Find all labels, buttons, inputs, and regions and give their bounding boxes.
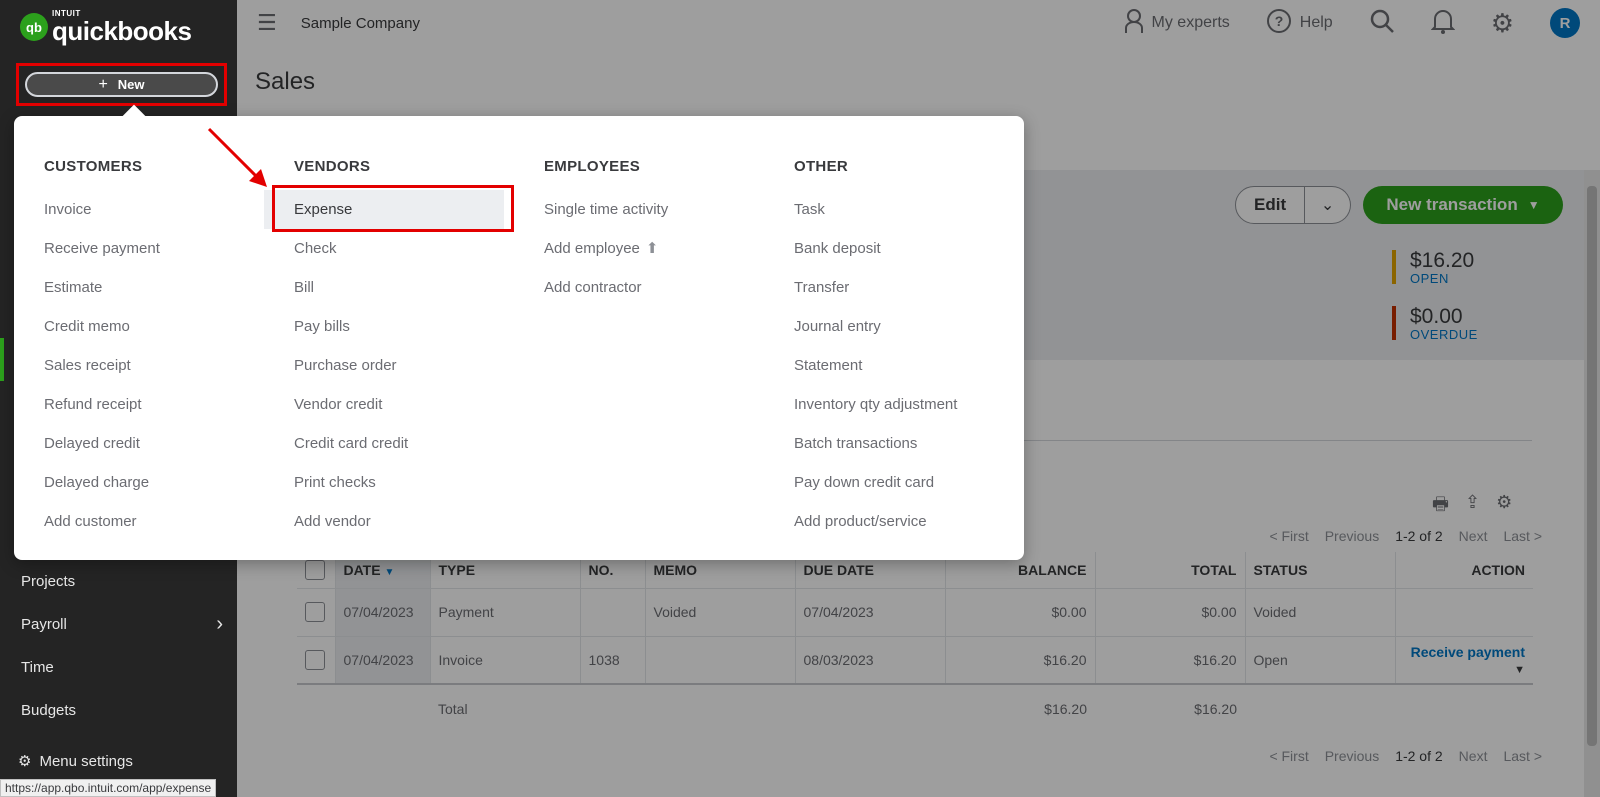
menu-item-credit-memo[interactable]: Credit memo xyxy=(14,307,254,346)
menu-item-inventory-qty-adjustment[interactable]: Inventory qty adjustment xyxy=(764,385,1004,424)
menu-item-add-vendor[interactable]: Add vendor xyxy=(264,502,504,541)
menu-item-sales-receipt[interactable]: Sales receipt xyxy=(14,346,254,385)
menu-item-journal-entry[interactable]: Journal entry xyxy=(764,307,1004,346)
menu-item-add-customer[interactable]: Add customer xyxy=(14,502,254,541)
menu-item-add-employee-label: Add employee xyxy=(544,240,640,257)
menu-item-receive-payment[interactable]: Receive payment xyxy=(14,229,254,268)
menu-item-transfer[interactable]: Transfer xyxy=(764,268,1004,307)
menu-heading-vendors: VENDORS xyxy=(294,158,371,175)
menu-item-estimate[interactable]: Estimate xyxy=(14,268,254,307)
menu-heading-employees: EMPLOYEES xyxy=(544,158,641,175)
menu-item-task[interactable]: Task xyxy=(764,190,1004,229)
menu-item-pay-down-credit-card[interactable]: Pay down credit card xyxy=(764,463,1004,502)
expense-highlight-box xyxy=(272,185,514,232)
sidebar-item-label: Payroll xyxy=(21,616,67,633)
menu-item-single-time-activity[interactable]: Single time activity xyxy=(514,190,754,229)
menu-item-add-product-service[interactable]: Add product/service xyxy=(764,502,1004,541)
qb-logo-icon: qb xyxy=(20,13,48,41)
new-button-label: New xyxy=(117,77,145,92)
annotation-arrow-icon xyxy=(207,127,267,187)
sidebar-item-projects[interactable]: Projects xyxy=(0,560,237,603)
menu-item-invoice[interactable]: Invoice xyxy=(14,190,254,229)
active-nav-indicator xyxy=(0,338,4,381)
menu-item-refund-receipt[interactable]: Refund receipt xyxy=(14,385,254,424)
quickbooks-logo[interactable]: qb INTUIT quickbooks xyxy=(20,10,192,46)
sidebar-nav: Projects Payroll › Time Budgets xyxy=(0,560,237,732)
sidebar-item-label: Time xyxy=(21,659,54,676)
sidebar-item-payroll[interactable]: Payroll › xyxy=(0,603,237,646)
menu-item-delayed-credit[interactable]: Delayed credit xyxy=(14,424,254,463)
menu-item-add-contractor[interactable]: Add contractor xyxy=(514,268,754,307)
menu-item-print-checks[interactable]: Print checks xyxy=(264,463,504,502)
sidebar-item-time[interactable]: Time xyxy=(0,646,237,689)
new-menu-dropdown: CUSTOMERS Invoice Receive payment Estima… xyxy=(14,104,1024,560)
status-bar-url: https://app.qbo.intuit.com/app/expense xyxy=(0,779,217,797)
upgrade-arrow-icon: ⬆ xyxy=(645,240,659,257)
new-button[interactable]: + New xyxy=(25,72,218,97)
menu-item-purchase-order[interactable]: Purchase order xyxy=(264,346,504,385)
gear-icon: ⚙ xyxy=(18,753,32,770)
menu-item-check[interactable]: Check xyxy=(264,229,504,268)
menu-item-delayed-charge[interactable]: Delayed charge xyxy=(14,463,254,502)
menu-item-bill[interactable]: Bill xyxy=(264,268,504,307)
menu-settings-link[interactable]: ⚙ Menu settings xyxy=(18,752,133,771)
new-button-highlight: + New xyxy=(16,63,227,106)
plus-icon: + xyxy=(98,75,108,93)
menu-item-pay-bills[interactable]: Pay bills xyxy=(264,307,504,346)
menu-heading-other: OTHER xyxy=(794,158,848,175)
menu-item-vendor-credit[interactable]: Vendor credit xyxy=(264,385,504,424)
chevron-right-icon: › xyxy=(216,613,223,635)
menu-item-bank-deposit[interactable]: Bank deposit xyxy=(764,229,1004,268)
sidebar-item-label: Budgets xyxy=(21,702,77,719)
menu-item-statement[interactable]: Statement xyxy=(764,346,1004,385)
menu-column-customers: CUSTOMERS Invoice Receive payment Estima… xyxy=(14,158,254,541)
menu-item-add-employee[interactable]: Add employee ⬆ xyxy=(514,229,754,268)
menu-column-employees: EMPLOYEES Single time activity Add emplo… xyxy=(514,158,754,307)
menu-item-batch-transactions[interactable]: Batch transactions xyxy=(764,424,1004,463)
logo-name-text: quickbooks xyxy=(52,16,192,46)
menu-item-credit-card-credit[interactable]: Credit card credit xyxy=(264,424,504,463)
menu-column-other: OTHER Task Bank deposit Transfer Journal… xyxy=(764,158,1004,541)
sidebar-item-budgets[interactable]: Budgets xyxy=(0,689,237,732)
menu-settings-label: Menu settings xyxy=(39,752,133,770)
sidebar-item-label: Projects xyxy=(21,573,76,590)
